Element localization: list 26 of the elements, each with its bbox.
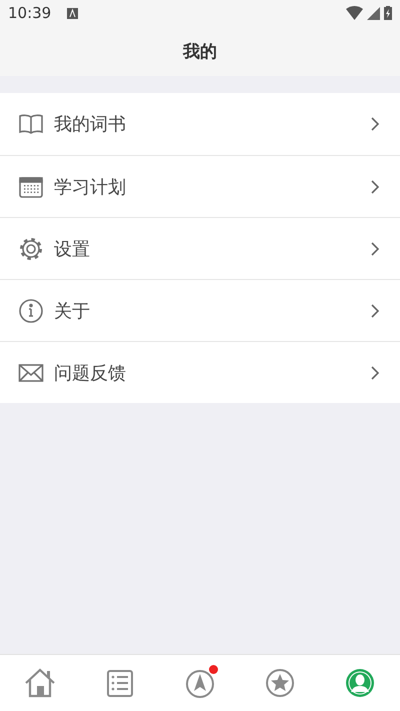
info-icon: [18, 298, 44, 324]
signal-icon: [367, 6, 380, 20]
wifi-icon: [346, 6, 363, 20]
menu-label: 我的词书: [54, 113, 127, 136]
battery-icon: [384, 6, 392, 20]
menu-item[interactable]: 设置: [0, 217, 400, 279]
settings-icon: [18, 236, 44, 262]
menu-item[interactable]: 学习计划: [0, 155, 400, 217]
menu-label: 学习计划: [54, 176, 127, 198]
badge-dot: [209, 665, 218, 674]
status-time: 10:39: [8, 4, 52, 22]
menu-item[interactable]: 关于: [0, 279, 400, 341]
menu-item[interactable]: 我的词书: [0, 93, 400, 155]
chevron-icon: [370, 364, 380, 380]
profile-icon: [343, 666, 377, 700]
chevron-icon: [370, 178, 380, 194]
menu-label: 设置: [54, 238, 91, 260]
page-title: 我的: [183, 40, 217, 62]
chevron-icon: [370, 116, 380, 132]
menu-label: 关于: [54, 300, 91, 322]
home-icon: [23, 666, 57, 700]
menu-item[interactable]: 问题反馈: [0, 341, 400, 403]
notification-icon: [67, 8, 78, 18]
menu-label: 问题反馈: [54, 362, 127, 384]
chevron-icon: [370, 302, 380, 318]
chevron-icon: [370, 240, 380, 256]
